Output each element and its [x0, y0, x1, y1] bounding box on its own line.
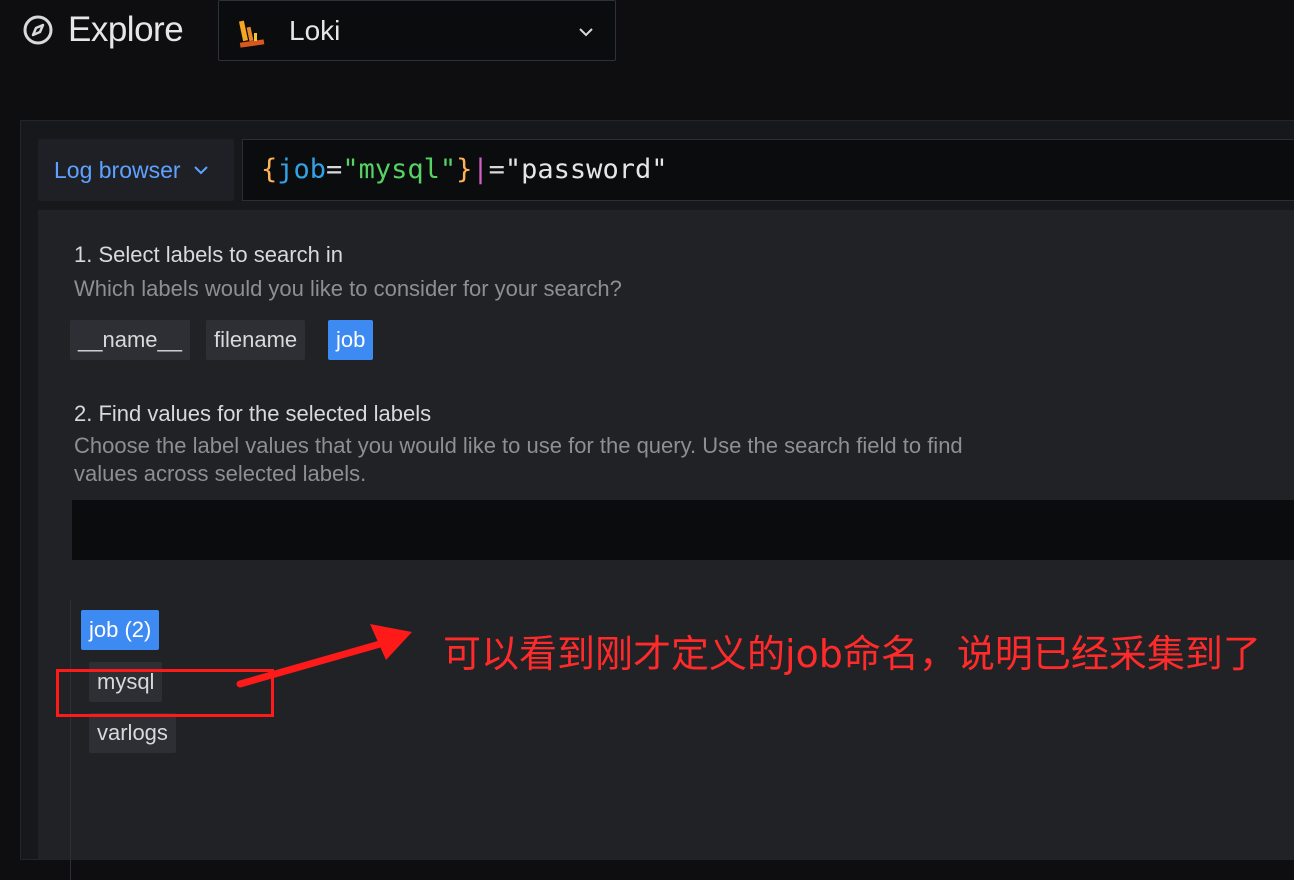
loki-logo-icon — [238, 20, 265, 48]
query-token-value: "mysql" — [342, 154, 457, 185]
query-token-open-brace: { — [261, 154, 278, 185]
label-chip-name[interactable]: __name__ — [70, 320, 190, 360]
label-chip-filename[interactable]: filename — [206, 320, 306, 360]
page-title: Explore — [68, 10, 184, 49]
label-value-varlogs[interactable]: varlogs — [89, 713, 176, 753]
step1-description: Which labels would you like to consider … — [74, 276, 622, 301]
label-chip-job[interactable]: job — [328, 320, 374, 360]
log-browser-label: Log browser — [54, 157, 181, 183]
value-search-input[interactable] — [72, 500, 1294, 560]
query-token-equals: = — [326, 154, 343, 185]
compass-icon — [23, 15, 53, 45]
chevron-down-icon[interactable] — [577, 23, 595, 41]
step1-title: 1. Select labels to search in — [74, 242, 344, 267]
datasource-name: Loki — [289, 15, 341, 46]
label-group-job[interactable]: job (2) — [81, 610, 160, 650]
query-token-close-brace: } — [456, 154, 473, 185]
query-token-label: job — [277, 154, 327, 185]
annotation-text: 可以看到刚才定义的job命名，说明已经采集到了 — [443, 632, 1261, 676]
query-token-filter-value: "password" — [504, 154, 668, 185]
query-token-filter-op: = — [488, 154, 505, 185]
datasource-picker[interactable]: Loki — [218, 0, 616, 61]
query-editor[interactable]: {job="mysql"}|="password" — [242, 139, 1294, 201]
log-browser-panel: 1. Select labels to search in Which labe… — [38, 210, 1294, 880]
chevron-down-icon — [194, 166, 208, 175]
query-token-pipe: | — [472, 154, 489, 185]
annotation-arrow-icon — [236, 624, 412, 688]
log-browser-button[interactable]: Log browser — [38, 139, 234, 201]
step2-description: Choose the label values that you would l… — [74, 433, 963, 486]
step2-title: 2. Find values for the selected labels — [74, 401, 432, 426]
query-text: {job="mysql"}|="password" — [261, 153, 667, 187]
